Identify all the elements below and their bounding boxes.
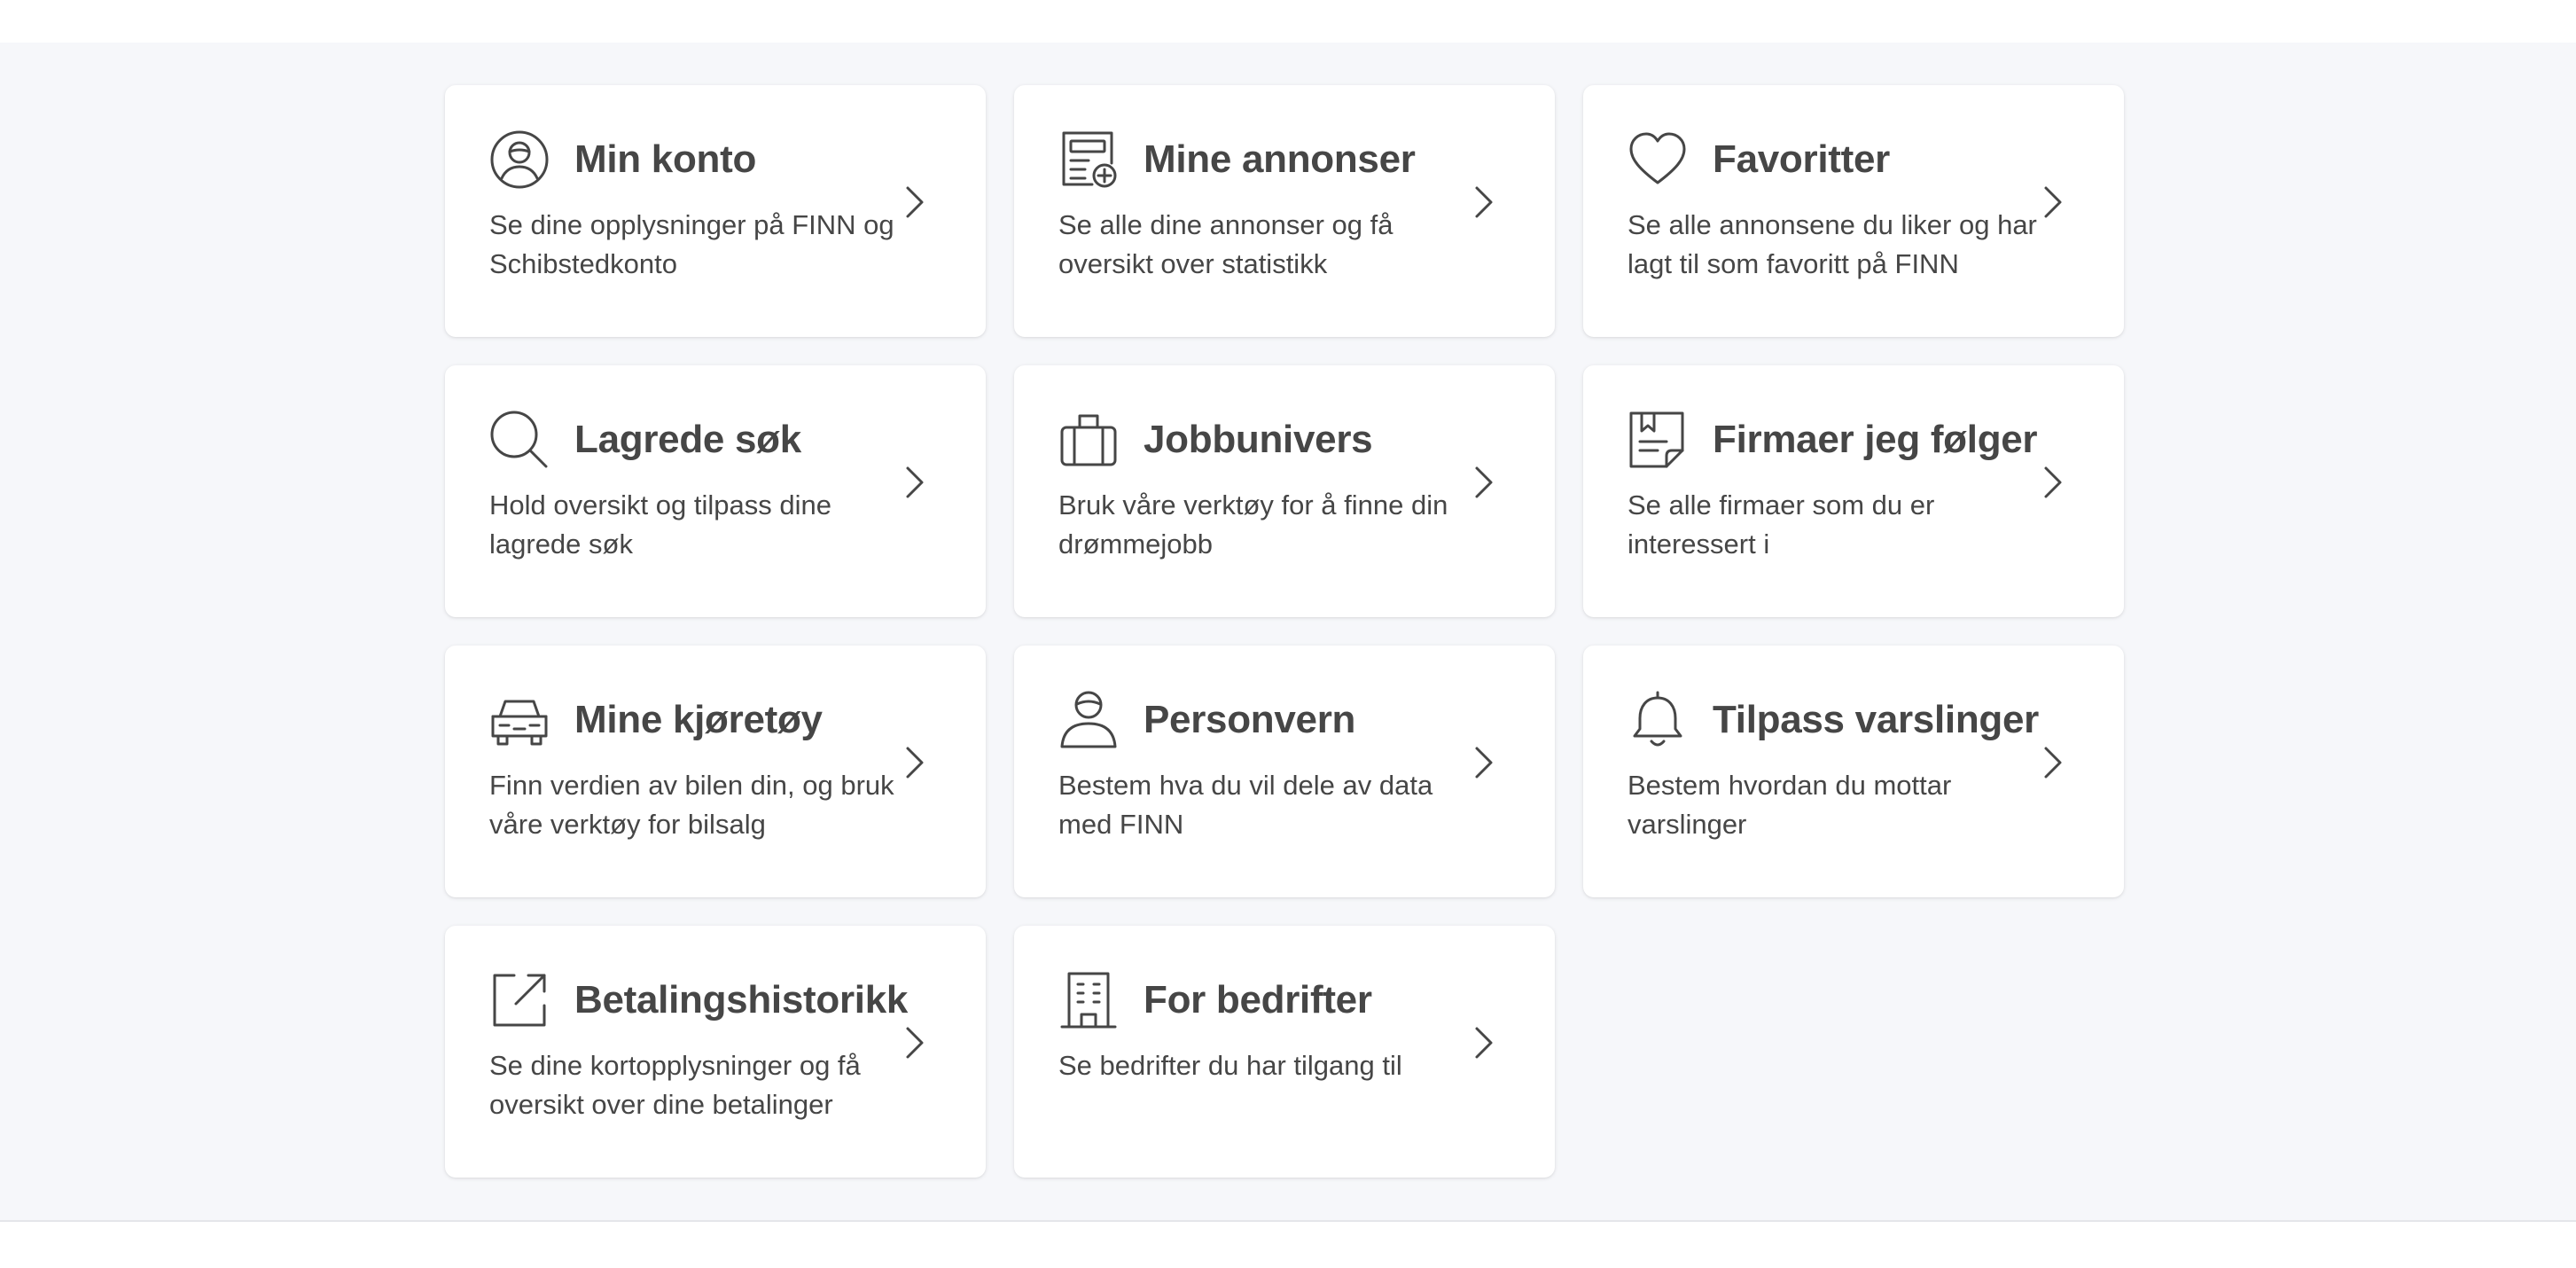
card-description: Bestem hva du vil dele av data med FINN — [1058, 770, 1433, 840]
card-description: Se alle dine annonser og få oversikt ove… — [1058, 209, 1393, 279]
card-title: Mine annonser — [1144, 137, 1416, 181]
office-building-icon — [1058, 970, 1119, 1030]
account-shortcuts-grid: Min konto Se dine opplysninger på FINN o… — [445, 85, 2124, 1178]
card-description: Hold oversikt og tilpass dine lagrede sø… — [489, 489, 831, 560]
card-description: Se alle firmaer som du er interessert i — [1628, 489, 1935, 560]
person-icon — [1058, 690, 1119, 750]
card-tilpass-varslinger[interactable]: Tilpass varslinger Bestem hvordan du mot… — [1583, 646, 2124, 897]
card-betalingshistorikk[interactable]: Betalingshistorikk Se dine kortopplysnin… — [445, 926, 986, 1178]
footer-divider — [0, 1220, 2576, 1222]
card-for-bedrifter[interactable]: For bedrifter Se bedrifter du har tilgan… — [1014, 926, 1555, 1178]
card-title: Personvern — [1144, 698, 1356, 741]
card-title: Min konto — [574, 137, 757, 181]
chevron-right-icon — [2039, 183, 2067, 222]
card-favoritter[interactable]: Favoritter Se alle annonsene du liker og… — [1583, 85, 2124, 337]
chevron-right-icon — [901, 463, 929, 502]
card-jobbunivers[interactable]: Jobbunivers Bruk våre verktøy for å finn… — [1014, 365, 1555, 617]
chevron-right-icon — [2039, 743, 2067, 782]
card-title: Jobbunivers — [1144, 418, 1373, 461]
briefcase-icon — [1058, 410, 1119, 470]
card-mine-annonser[interactable]: Mine annonser Se alle dine annonser og f… — [1014, 85, 1555, 337]
card-description: Se bedrifter du har tilgang til — [1058, 1050, 1402, 1081]
card-title: Tilpass varslinger — [1713, 698, 2039, 741]
card-title: Mine kjøretøy — [574, 698, 823, 741]
card-min-konto[interactable]: Min konto Se dine opplysninger på FINN o… — [445, 85, 986, 337]
chevron-right-icon — [1470, 743, 1498, 782]
card-title: For bedrifter — [1144, 978, 1372, 1021]
card-title: Favoritter — [1713, 137, 1890, 181]
card-firmaer-jeg-folger[interactable]: Firmaer jeg følger Se alle firmaer som d… — [1583, 365, 2124, 617]
chevron-right-icon — [901, 183, 929, 222]
car-icon — [489, 690, 550, 750]
bell-icon — [1628, 690, 1688, 750]
card-description: Se alle annonsene du liker og har lagt t… — [1628, 209, 2037, 279]
chevron-right-icon — [1470, 1023, 1498, 1062]
card-personvern[interactable]: Personvern Bestem hva du vil dele av dat… — [1014, 646, 1555, 897]
user-circle-icon — [489, 129, 550, 190]
card-title: Firmaer jeg følger — [1713, 418, 2038, 461]
card-description: Se dine kortopplysninger og få oversikt … — [489, 1050, 861, 1120]
card-title: Betalingshistorikk — [574, 978, 909, 1021]
ad-document-plus-icon — [1058, 129, 1119, 190]
card-title: Lagrede søk — [574, 418, 801, 461]
chevron-right-icon — [2039, 463, 2067, 502]
chevron-right-icon — [1470, 463, 1498, 502]
search-icon — [489, 410, 550, 470]
chevron-right-icon — [901, 743, 929, 782]
card-mine-kjoretoy[interactable]: Mine kjøretøy Finn verdien av bilen din,… — [445, 646, 986, 897]
card-description: Bestem hvordan du mottar varslinger — [1628, 770, 1952, 840]
bookmark-document-icon — [1628, 410, 1688, 470]
heart-icon — [1628, 129, 1688, 190]
chevron-right-icon — [901, 1023, 929, 1062]
chevron-right-icon — [1470, 183, 1498, 222]
card-description: Finn verdien av bilen din, og bruk våre … — [489, 770, 894, 840]
card-lagrede-sok[interactable]: Lagrede søk Hold oversikt og tilpass din… — [445, 365, 986, 617]
external-link-icon — [489, 970, 550, 1030]
card-description: Se dine opplysninger på FINN og Schibste… — [489, 209, 894, 279]
card-description: Bruk våre verktøy for å finne din drømme… — [1058, 489, 1448, 560]
